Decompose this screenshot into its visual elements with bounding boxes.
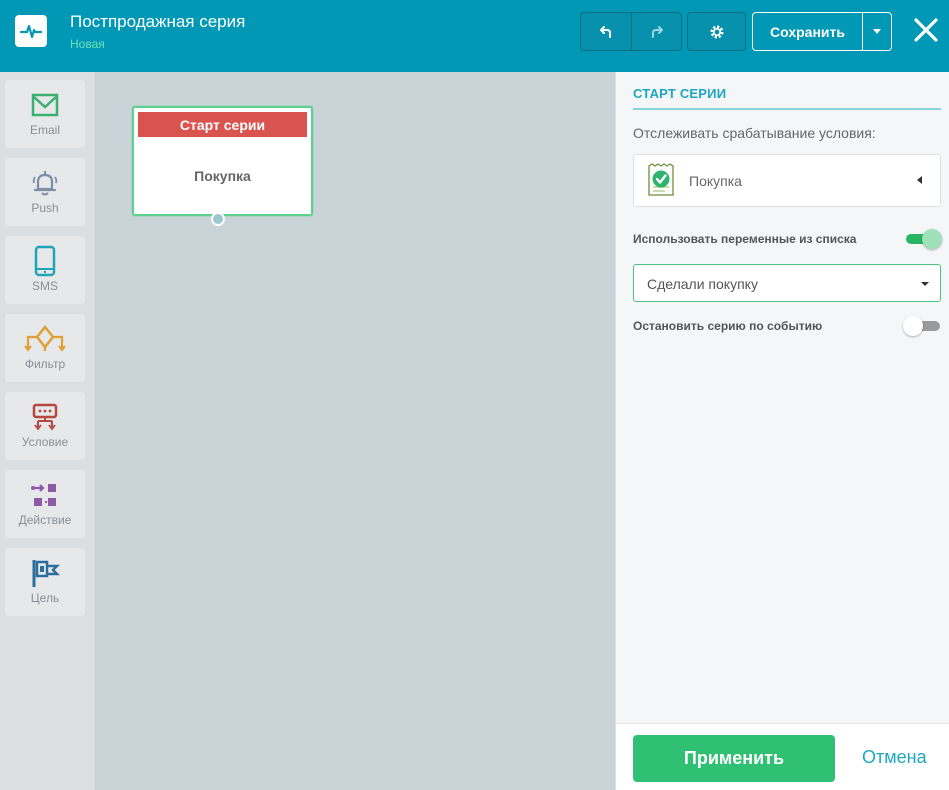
phone-icon xyxy=(33,244,57,278)
close-button[interactable] xyxy=(912,16,940,44)
history-buttons xyxy=(580,12,682,51)
palette-item-label: Цель xyxy=(30,591,60,605)
palette-item-label: Push xyxy=(31,201,59,215)
settings-button[interactable] xyxy=(688,13,745,50)
palette-item-goal[interactable]: Цель xyxy=(5,548,85,616)
palette-item-sms[interactable]: SMS xyxy=(5,236,85,304)
start-node[interactable]: Старт серии Покупка xyxy=(132,106,313,226)
panel-title: СТАРТ СЕРИИ xyxy=(633,86,727,101)
palette-item-label: Условие xyxy=(21,435,69,449)
redo-button[interactable] xyxy=(631,13,681,50)
undo-button[interactable] xyxy=(581,13,631,50)
settings-button-group xyxy=(687,12,746,51)
block-palette: Email Push SMS Фильтр Условие Действие Ц… xyxy=(0,72,96,790)
app-logo-icon xyxy=(15,15,47,47)
palette-item-email[interactable]: Email xyxy=(5,80,85,148)
palette-item-action[interactable]: Действие xyxy=(5,470,85,538)
palette-item-filter[interactable]: Фильтр xyxy=(5,314,85,382)
variable-select-value: Сделали покупку xyxy=(647,276,758,292)
settings-panel: СТАРТ СЕРИИ Отслеживать срабатывание усл… xyxy=(615,72,949,790)
palette-item-label: Email xyxy=(29,123,60,137)
caret-down-icon xyxy=(873,29,881,34)
palette-item-push[interactable]: Push xyxy=(5,158,85,226)
envelope-icon xyxy=(31,88,59,122)
condition-icon xyxy=(28,400,62,434)
page-title: Постпродажная серия xyxy=(70,12,246,31)
top-bar: Постпродажная серия Новая Сохранить xyxy=(0,0,949,72)
close-icon xyxy=(914,18,938,42)
event-select[interactable]: Покупка xyxy=(633,154,941,207)
apply-button[interactable]: Применить xyxy=(633,735,835,782)
event-select-value: Покупка xyxy=(689,173,742,189)
palette-item-label: Действие xyxy=(18,513,72,527)
caret-down-icon xyxy=(921,282,929,286)
filter-icon xyxy=(22,322,68,356)
purchase-receipt-icon xyxy=(647,163,675,197)
panel-footer: Применить Отмена xyxy=(616,723,949,790)
node-trigger-label: Покупка xyxy=(194,168,251,184)
trigger-label: Отслеживать срабатывание условия: xyxy=(633,125,876,141)
node-output-port[interactable] xyxy=(211,212,225,226)
stop-series-label: Остановить серию по событию xyxy=(633,319,823,333)
goal-flag-icon xyxy=(30,556,60,590)
use-variables-label: Использовать переменные из списка xyxy=(633,232,857,246)
toggle-knob xyxy=(922,229,942,249)
workflow-canvas[interactable]: Старт серии Покупка xyxy=(96,72,615,790)
save-button[interactable]: Сохранить xyxy=(752,12,863,51)
variable-select[interactable]: Сделали покупку xyxy=(633,264,941,302)
stop-series-toggle[interactable] xyxy=(903,316,940,336)
use-variables-toggle[interactable] xyxy=(906,229,942,249)
palette-item-label: SMS xyxy=(31,279,58,293)
divider xyxy=(633,108,941,110)
palette-item-label: Фильтр xyxy=(24,357,66,371)
cancel-button[interactable]: Отмена xyxy=(862,747,927,768)
status-label: Новая xyxy=(70,37,105,51)
node-header: Старт серии xyxy=(138,112,307,137)
gear-icon xyxy=(710,25,723,38)
bell-icon xyxy=(29,166,61,200)
action-icon xyxy=(29,478,61,512)
palette-item-condition[interactable]: Условие xyxy=(5,392,85,460)
redo-icon xyxy=(651,25,663,38)
undo-icon xyxy=(600,25,611,38)
toggle-knob xyxy=(903,316,923,336)
caret-left-icon xyxy=(917,176,922,184)
save-options-button[interactable] xyxy=(862,12,892,51)
